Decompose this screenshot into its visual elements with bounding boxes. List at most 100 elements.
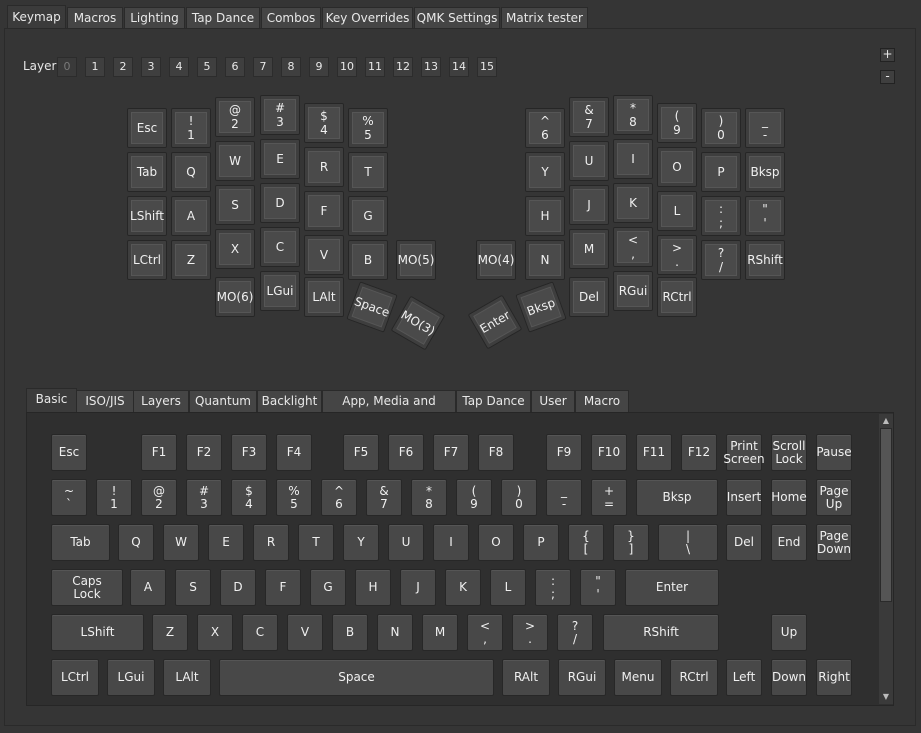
keycode-0[interactable]: ) 0 [501,479,537,516]
scrollbar-thumb[interactable] [880,428,892,602]
keymap-key-t[interactable]: T [348,152,388,192]
keymap-key-mo-6[interactable]: MO(6) [215,277,255,317]
keycode-f8[interactable]: F8 [478,434,514,471]
keycode-left[interactable]: Left [726,659,762,696]
keymap-key-s[interactable]: S [215,185,255,225]
keycode-sym[interactable]: >. [512,614,548,651]
keycode-g[interactable]: G [310,569,346,606]
keycode-sym[interactable]: {[ [568,524,604,561]
keymap-key-h[interactable]: H [525,196,565,236]
keycode-r[interactable]: R [253,524,289,561]
keymap-key-l[interactable]: L [657,191,697,231]
keycode-ralt[interactable]: RAlt [502,659,550,696]
keycode-c[interactable]: C [242,614,278,651]
keycode-f2[interactable]: F2 [186,434,222,471]
keycode-sym[interactable]: <, [467,614,503,651]
keycode-bksp[interactable]: Bksp [636,479,718,516]
keymap-key-i[interactable]: I [613,139,653,179]
keycode-tab[interactable]: Tab [51,524,110,561]
keycode-s[interactable]: S [175,569,211,606]
tab-iso-jis[interactable]: ISO/JIS [76,390,134,412]
tab-tap-dance[interactable]: Tap Dance [456,390,531,412]
keycode-lshift[interactable]: LShift [51,614,144,651]
tab-backlight[interactable]: Backlight [257,390,322,412]
keycode-9[interactable]: (9 [456,479,492,516]
keymap-key-1[interactable]: ! 1 [171,108,211,148]
keymap-key-bksp[interactable]: Bksp [745,152,785,192]
keymap-key-f[interactable]: F [304,191,344,231]
keycode-space[interactable]: Space [219,659,494,696]
layer-button-1[interactable]: 1 [85,57,105,77]
keycode-l[interactable]: L [490,569,526,606]
layer-button-15[interactable]: 15 [477,57,497,77]
keymap-key-lshift[interactable]: LShift [127,196,167,236]
keycode-5[interactable]: % 5 [276,479,312,516]
keycode-f12[interactable]: F12 [681,434,717,471]
layer-button-9[interactable]: 9 [309,57,329,77]
tab-macros[interactable]: Macros [67,7,123,28]
keymap-key-v[interactable]: V [304,235,344,275]
tab-basic[interactable]: Basic [26,388,77,413]
keycode-z[interactable]: Z [152,614,188,651]
keymap-key-rshift[interactable]: RShift [745,240,785,280]
keycode-insert[interactable]: Insert [726,479,762,516]
keycode-f10[interactable]: F10 [591,434,627,471]
keycode-sym[interactable]: ? / [557,614,593,651]
keycode-2[interactable]: @2 [141,479,177,516]
layer-button-8[interactable]: 8 [281,57,301,77]
keycode-home[interactable]: Home [771,479,807,516]
keymap-key-sym[interactable]: _ - [745,108,785,148]
keymap-key-sym[interactable]: >. [657,235,697,275]
keymap-key-6[interactable]: ^ 6 [525,108,565,148]
keycode-right[interactable]: Right [816,659,852,696]
keymap-key-sym[interactable]: " ' [745,196,785,236]
keycode-up[interactable]: Up [771,614,807,651]
keycode-rgui[interactable]: RGui [558,659,606,696]
keymap-key-m[interactable]: M [569,229,609,269]
keymap-key-k[interactable]: K [613,183,653,223]
add-layer-button[interactable]: + [880,48,895,62]
keymap-key-q[interactable]: Q [171,152,211,192]
keycode-page-down[interactable]: Page Down [816,524,852,561]
keymap-key-7[interactable]: & 7 [569,97,609,137]
tab-key-overrides[interactable]: Key Overrides [322,7,413,28]
keycode-i[interactable]: I [433,524,469,561]
keymap-key-z[interactable]: Z [171,240,211,280]
keymap-key-4[interactable]: $4 [304,103,344,143]
keycode-print-screen[interactable]: Print Screen [723,434,765,471]
layer-button-10[interactable]: 10 [337,57,357,77]
tab-lighting[interactable]: Lighting [124,7,185,28]
layer-button-7[interactable]: 7 [253,57,273,77]
keycode-lgui[interactable]: LGui [107,659,155,696]
keycode-lctrl[interactable]: LCtrl [51,659,99,696]
layer-button-0[interactable]: 0 [57,57,77,77]
tab-tap-dance[interactable]: Tap Dance [186,7,260,28]
keymap-key-lctrl[interactable]: LCtrl [127,240,167,280]
keycode-scroll-lock[interactable]: Scroll Lock [771,434,807,471]
keymap-key-w[interactable]: W [215,141,255,181]
keycode-4[interactable]: $4 [231,479,267,516]
keycode-page-up[interactable]: Page Up [816,479,852,516]
tab-quantum[interactable]: Quantum [189,390,257,412]
keycode-o[interactable]: O [478,524,514,561]
keycode-caps-lock[interactable]: Caps Lock [51,569,123,606]
keycode-p[interactable]: P [523,524,559,561]
keycode-f1[interactable]: F1 [141,434,177,471]
keymap-key-e[interactable]: E [260,139,300,179]
layer-button-13[interactable]: 13 [421,57,441,77]
tab-layers[interactable]: Layers [133,390,189,412]
keycode-6[interactable]: ^ 6 [321,479,357,516]
keycode-1[interactable]: ! 1 [96,479,132,516]
keycode-x[interactable]: X [197,614,233,651]
keycode-f11[interactable]: F11 [636,434,672,471]
keycode-w[interactable]: W [163,524,199,561]
keycode-h[interactable]: H [355,569,391,606]
tab-keymap[interactable]: Keymap [7,5,66,29]
tab-matrix-tester[interactable]: Matrix tester [501,7,588,28]
keycode-j[interactable]: J [400,569,436,606]
layer-button-12[interactable]: 12 [393,57,413,77]
keycode-end[interactable]: End [771,524,807,561]
keycode-menu[interactable]: Menu [614,659,662,696]
keymap-key-d[interactable]: D [260,183,300,223]
keycode-sym[interactable]: | \ [658,524,718,561]
